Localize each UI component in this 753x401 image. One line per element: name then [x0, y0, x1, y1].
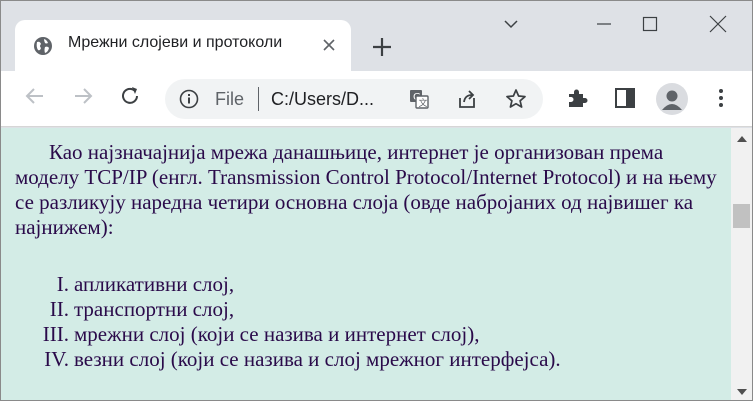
side-panel-icon[interactable]	[613, 86, 637, 110]
plus-icon	[369, 38, 395, 64]
list-item: IV. везни слој (који се назива и слој мре…	[15, 347, 715, 372]
tab-strip: Мрежни слојеви и протоколи	[1, 1, 752, 71]
maximize-icon	[642, 16, 658, 32]
minimize-icon	[596, 16, 612, 32]
arrow-right-icon	[72, 85, 94, 111]
scrollbar-thumb[interactable]	[733, 204, 750, 228]
address-bar[interactable]: File C:/Users/D... G文	[165, 79, 543, 119]
info-icon[interactable]	[179, 89, 199, 109]
avatar-icon[interactable]	[656, 83, 688, 115]
vertical-scrollbar[interactable]	[731, 128, 752, 400]
layer-list: I. апликативни слој, II. транспортни слој,…	[15, 272, 715, 372]
list-item-number: I.	[56, 272, 69, 296]
share-icon[interactable]	[456, 88, 478, 110]
translate-icon[interactable]: G文	[408, 88, 430, 110]
tab-title: Мрежни слојеви и протоколи	[68, 34, 318, 52]
svg-text:文: 文	[419, 97, 428, 109]
list-item-text: транспортни слој,	[74, 297, 235, 321]
minimize-button[interactable]	[581, 1, 627, 47]
list-item-text: апликативни слој,	[74, 272, 235, 296]
list-item-number: III.	[42, 322, 69, 346]
more-vert-icon[interactable]	[709, 86, 733, 110]
reload-icon	[119, 85, 141, 111]
arrow-left-icon	[24, 85, 46, 111]
list-item: I. апликативни слој,	[15, 272, 715, 297]
close-icon	[709, 15, 727, 33]
browser-toolbar: File C:/Users/D... G文	[1, 71, 752, 127]
url-text[interactable]: C:/Users/D...	[271, 89, 391, 110]
forward-button[interactable]	[70, 85, 96, 111]
list-item-text: мрежни слој (који се назива и интернет с…	[74, 322, 480, 346]
close-window-button[interactable]	[695, 1, 741, 47]
list-item: III. мрежни слој (који се назива и интерн…	[15, 322, 715, 347]
browser-window: Мрежни слојеви и протоколи File C:/Users…	[0, 0, 753, 401]
close-icon[interactable]	[321, 37, 337, 53]
tab-active[interactable]: Мрежни слојеви и протоколи	[15, 20, 351, 71]
intro-paragraph: Као најзначајнија мрежа данашњице, интер…	[15, 140, 717, 239]
scroll-up-arrow-icon[interactable]	[731, 128, 752, 149]
star-icon[interactable]	[505, 88, 527, 110]
back-button[interactable]	[22, 85, 48, 111]
tab-search-button[interactable]	[488, 1, 534, 47]
page-content: Као најзначајнија мрежа данашњице, интер…	[1, 128, 731, 400]
list-item: II. транспортни слој,	[15, 297, 715, 322]
list-item-number: IV.	[44, 347, 69, 371]
maximize-button[interactable]	[627, 1, 673, 47]
divider	[258, 87, 259, 111]
chevron-down-icon	[503, 16, 519, 32]
url-scheme-label: File	[215, 89, 245, 109]
globe-icon	[33, 36, 53, 56]
list-item-text: везни слој (који се назива и слој мрежно…	[74, 347, 561, 371]
new-tab-button[interactable]	[369, 34, 395, 60]
puzzle-icon[interactable]	[565, 86, 589, 110]
list-item-number: II.	[49, 297, 69, 321]
reload-button[interactable]	[117, 85, 143, 111]
scroll-down-arrow-icon[interactable]	[731, 381, 752, 400]
